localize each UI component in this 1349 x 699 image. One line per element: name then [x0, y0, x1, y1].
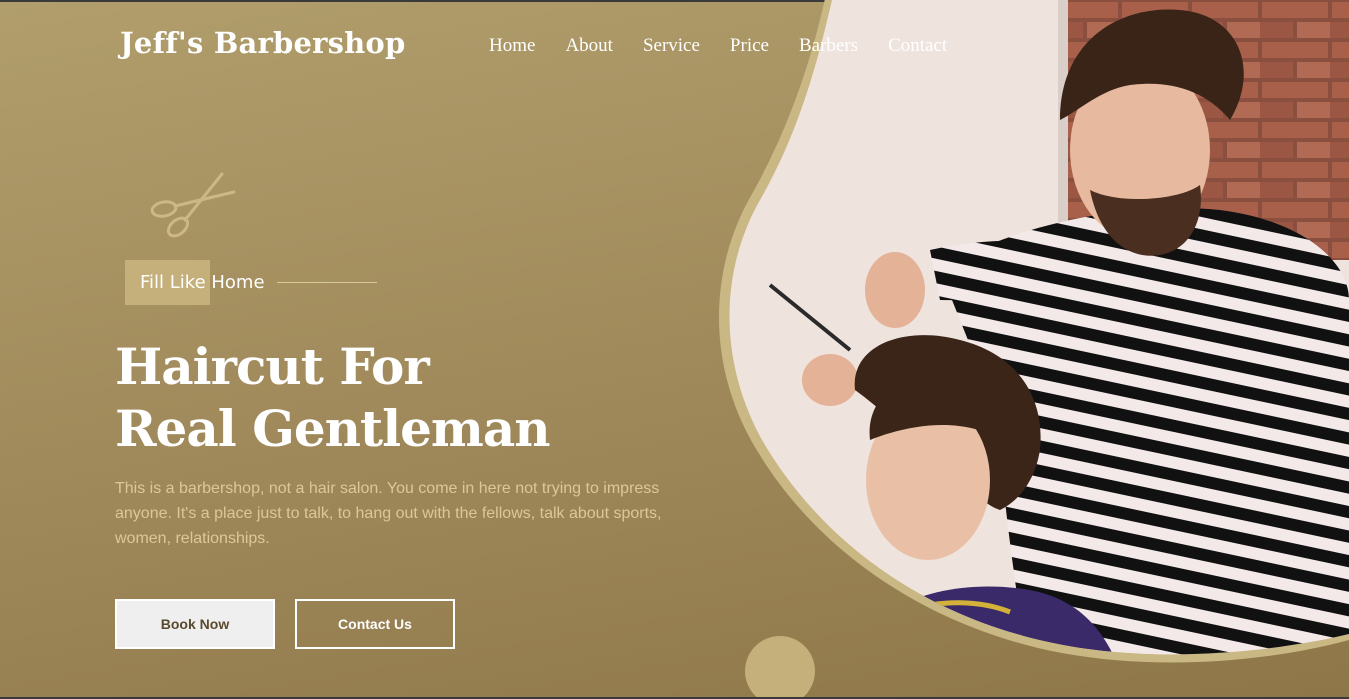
nav-item-barbers[interactable]: Barbers [799, 35, 858, 57]
hero-image [719, 0, 1349, 663]
hero-tagline: Fill Like Home [125, 260, 377, 305]
headline-line-2: Real Gentleman [115, 399, 551, 458]
nav-item-home[interactable]: Home [489, 35, 535, 57]
book-now-button[interactable]: Book Now [115, 599, 275, 649]
scissors-icon [150, 172, 236, 238]
site-logo[interactable]: Jeff's Barbershop [120, 26, 405, 60]
main-nav: Home About Service Price Barbers Contact [489, 35, 977, 57]
tagline-text: Fill Like Home [140, 272, 265, 293]
nav-item-price[interactable]: Price [730, 35, 769, 57]
tagline-divider [276, 282, 377, 283]
hero-headline: Haircut For Real Gentleman [115, 336, 551, 460]
decorative-circle [745, 636, 815, 699]
nav-item-about[interactable]: About [565, 35, 613, 57]
nav-item-contact[interactable]: Contact [888, 35, 947, 57]
nav-item-service[interactable]: Service [643, 35, 700, 57]
headline-line-1: Haircut For [115, 337, 430, 396]
hero-description: This is a barbershop, not a hair salon. … [115, 480, 662, 547]
contact-us-button[interactable]: Contact Us [295, 599, 455, 649]
